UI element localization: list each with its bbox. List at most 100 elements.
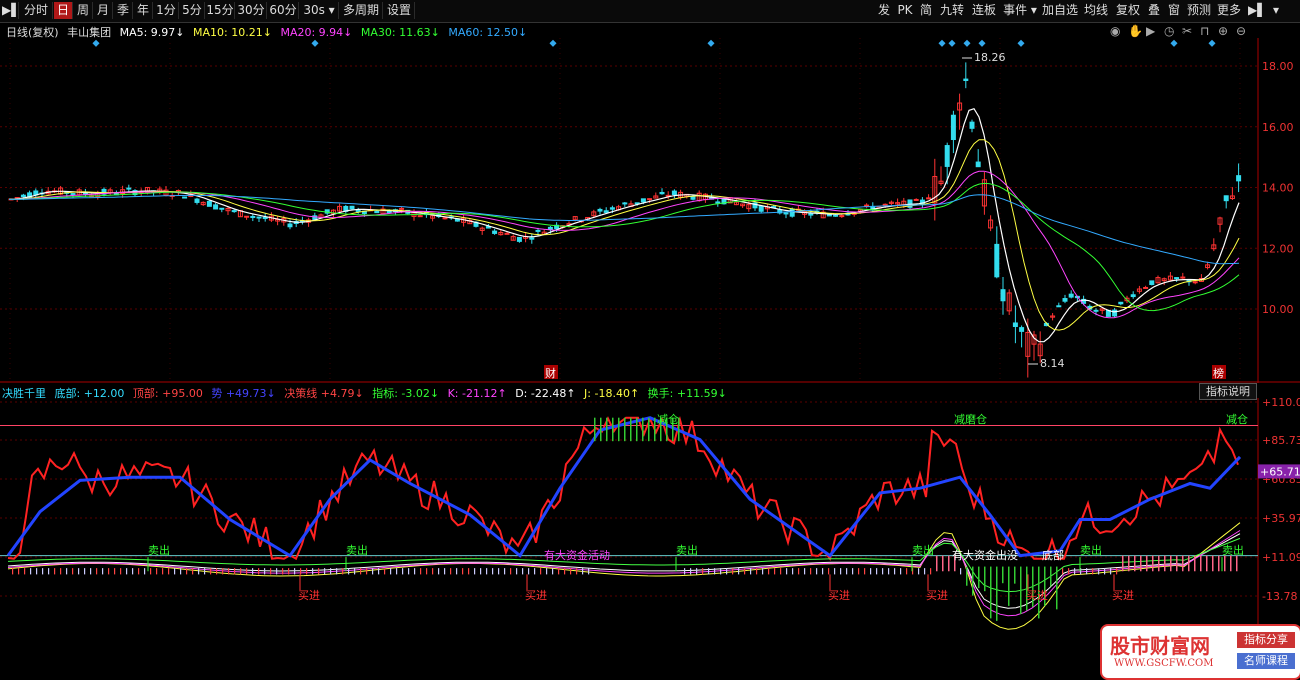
toolbar-period-8[interactable]: 15分 [206, 2, 235, 19]
histogram-bar [222, 568, 224, 575]
histogram-bar [552, 568, 554, 575]
hand-icon[interactable]: ✋ [1128, 24, 1143, 38]
big-fund-label: 有大资金出没 [952, 548, 1018, 562]
histogram-bar [726, 568, 728, 575]
chevron-down-icon[interactable]: ▾ [1268, 2, 1284, 19]
signal-diamond-icon [938, 39, 946, 47]
candle-body [950, 114, 956, 141]
toolbar-period-3[interactable]: 月 [94, 2, 113, 19]
histogram-bar [264, 568, 266, 575]
histogram-bar [684, 568, 686, 575]
price-axis-label: 12.00 [1262, 242, 1294, 255]
j-line [7, 522, 1241, 630]
candle-body [417, 215, 423, 218]
histogram-bar [1152, 555, 1154, 572]
histogram-bar [108, 568, 110, 575]
toolbar-tool-2[interactable]: 简 [918, 2, 934, 19]
histogram-bar [1092, 568, 1094, 575]
candle-body [963, 78, 969, 82]
panel-toggle-icon[interactable]: ▶▌ [1248, 2, 1266, 19]
toolbar-period-6[interactable]: 1分 [154, 2, 179, 19]
histogram-bar [1062, 568, 1064, 575]
toolbar-period-1[interactable]: 日 [54, 2, 73, 19]
histogram-bar [1212, 555, 1214, 572]
histogram-bar [948, 555, 950, 572]
histogram-bar [114, 568, 116, 575]
histogram-bar [414, 568, 416, 575]
toolbar-tool-8[interactable]: 复权 [1114, 2, 1142, 19]
toolbar-tool-4[interactable]: 连板 [970, 2, 998, 19]
histogram-bar [714, 568, 716, 575]
histogram-bar [498, 568, 500, 575]
candle-body [70, 193, 76, 196]
candle-body [454, 218, 460, 222]
scissors-icon[interactable]: ✂ [1182, 24, 1192, 38]
candle-body [926, 197, 932, 200]
clock-icon[interactable]: ◷ [1164, 24, 1174, 38]
price-axis-label: 16.00 [1262, 121, 1294, 134]
toolbar-period-5[interactable]: 年 [134, 2, 153, 19]
signal-diamond-icon [92, 39, 100, 47]
main-kline-chart[interactable]: 18.00 16.00 14.00 12.00 10.00 18.26 8.14 财 榜 [0, 38, 1300, 383]
histogram-bar [1140, 555, 1142, 572]
toolbar-tool-11[interactable]: 预测 [1186, 2, 1212, 19]
histogram-bar [348, 568, 350, 575]
histogram-bar [906, 568, 908, 575]
candle-body [1174, 277, 1180, 280]
toolbar-period-9[interactable]: 30分 [236, 2, 267, 19]
histogram-bar [192, 568, 194, 575]
toolbar-tool-9[interactable]: 叠 [1146, 2, 1162, 19]
candle-body [535, 229, 541, 232]
toolbar-tool-5[interactable]: 事件 ▾ [1002, 2, 1038, 19]
histogram-bar [492, 568, 494, 575]
lock-icon[interactable]: ⊓ [1200, 24, 1209, 38]
histogram-bar [612, 417, 614, 442]
histogram-bar [942, 555, 944, 572]
zoom-in-icon[interactable]: ⊕ [1218, 24, 1228, 38]
candle-body [913, 198, 919, 201]
toolbar-period-7[interactable]: 5分 [180, 2, 205, 19]
eye-icon[interactable]: ◉ [1110, 24, 1120, 38]
histogram-bar [840, 568, 842, 575]
indicator-axis-label: +110.0 [1262, 398, 1300, 409]
candle-body [194, 198, 200, 203]
toolbar-tool-1[interactable]: PK [896, 2, 914, 19]
histogram-bar [876, 568, 878, 575]
histogram-bar [1098, 568, 1100, 575]
histogram-bar [522, 568, 524, 575]
histogram-bar [984, 566, 986, 592]
bottom-label: 底部 [1042, 548, 1064, 562]
buy-signal-label: 买进 [1112, 589, 1134, 602]
toolbar-period-12[interactable]: 多周期 [340, 2, 383, 19]
toolbar-tool-3[interactable]: 九转 [938, 2, 966, 19]
toolbar-period-2[interactable]: 周 [74, 2, 93, 19]
candle-body [975, 161, 981, 168]
histogram-bar [1164, 555, 1166, 572]
toolbar-tool-12[interactable]: 更多 [1216, 2, 1242, 19]
sidebar-toggle-icon[interactable]: ▶▌ [2, 2, 20, 19]
histogram-bar [1218, 555, 1220, 572]
histogram-bar [444, 568, 446, 575]
candle-body [1130, 294, 1136, 298]
histogram-bar [798, 568, 800, 575]
candle-body [244, 215, 250, 218]
histogram-bar [402, 568, 404, 575]
toolbar-tool-6[interactable]: 加自选 [1042, 2, 1078, 19]
toolbar-tool-7[interactable]: 均线 [1082, 2, 1110, 19]
toolbar-period-4[interactable]: 季 [114, 2, 133, 19]
toolbar-period-11[interactable]: 30s ▾ [300, 2, 339, 19]
toolbar-period-10[interactable]: 60分 [268, 2, 299, 19]
watermark-tag-share: 指标分享 [1237, 632, 1295, 648]
toolbar-tool-0[interactable]: 发 [876, 2, 892, 19]
zoom-out-icon[interactable]: ⊖ [1236, 24, 1246, 38]
toolbar-period-13[interactable]: 设置 [384, 2, 415, 19]
toolbar-tool-10[interactable]: 窗 [1166, 2, 1182, 19]
histogram-bar [90, 568, 92, 575]
histogram-bar [144, 568, 146, 575]
play-icon[interactable]: ▶ [1146, 24, 1155, 38]
candle-body [833, 214, 839, 217]
toolbar-period-0[interactable]: 分时 [20, 2, 53, 19]
histogram-bar [324, 568, 326, 575]
reduce-position-label: 减仓 [657, 412, 679, 426]
candle-body [442, 217, 448, 220]
